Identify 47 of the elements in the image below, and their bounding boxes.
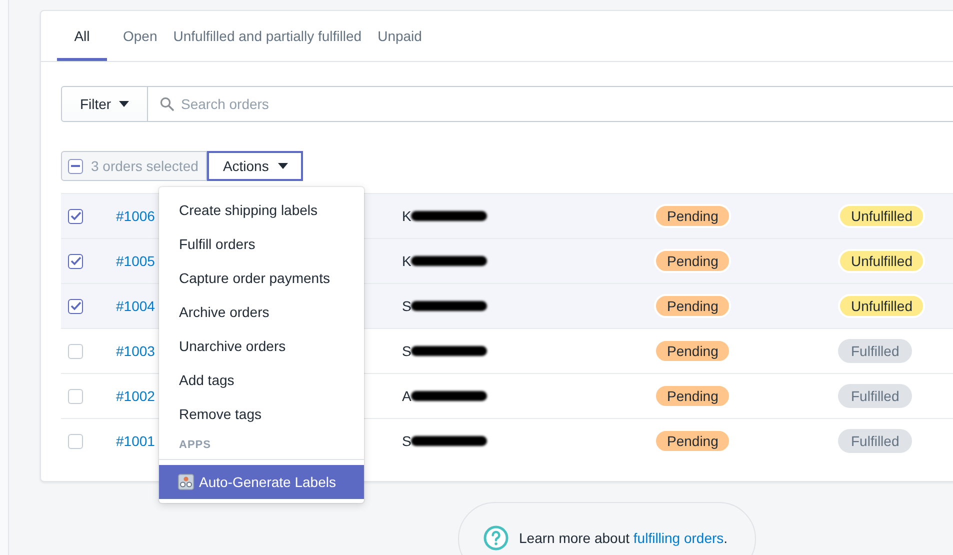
status-badge: Unfulfilled xyxy=(838,249,926,273)
status-badge: Pending xyxy=(654,204,732,228)
status-badge: Fulfilled xyxy=(838,339,912,363)
tab[interactable]: All xyxy=(57,11,107,61)
menu-item[interactable]: Add tags xyxy=(159,363,364,397)
tab[interactable]: Unpaid xyxy=(370,11,430,61)
caret-icon xyxy=(119,101,130,107)
menu-item[interactable]: Archive orders xyxy=(159,295,364,329)
status-badge: Fulfilled xyxy=(838,429,912,453)
tab[interactable]: Unfulfilled and partially fulfilled xyxy=(165,11,370,61)
customer-name: S xyxy=(402,343,412,359)
status-badge: Pending xyxy=(654,429,732,453)
menu-item[interactable]: Auto-Generate Labels xyxy=(159,465,364,499)
help-text: Learn more about fulfilling orders. xyxy=(519,529,728,546)
customer-name: K xyxy=(402,253,412,269)
menu-item[interactable]: Fulfill orders xyxy=(159,227,364,261)
menu-item[interactable]: Remove tags xyxy=(159,397,364,431)
status-badge: Pending xyxy=(654,339,732,363)
status-badge: Unfulfilled xyxy=(838,204,926,228)
customer-name: S xyxy=(402,298,412,314)
status-badge: Pending xyxy=(654,249,732,273)
customer-name: S xyxy=(402,433,412,449)
actions-button[interactable]: Actions xyxy=(207,151,304,181)
search-icon xyxy=(160,97,174,111)
customer-name: K xyxy=(402,208,412,224)
help-icon xyxy=(483,525,509,551)
menu-item[interactable]: Unarchive orders xyxy=(159,329,364,363)
tab[interactable]: Open xyxy=(115,11,166,61)
status-badge: Fulfilled xyxy=(838,384,912,408)
checkbox[interactable] xyxy=(68,158,83,174)
bulk-select[interactable]: 3 orders selected xyxy=(61,151,208,181)
menu-item[interactable]: Create shipping labels xyxy=(159,193,364,227)
section-label: APPS xyxy=(178,438,212,453)
caret-icon xyxy=(278,163,288,169)
checkbox[interactable] xyxy=(68,208,83,224)
app-icon xyxy=(178,474,194,490)
checkbox[interactable] xyxy=(68,254,83,268)
status-badge: Pending xyxy=(654,294,732,318)
checkbox[interactable] xyxy=(68,298,83,314)
help-link[interactable]: fulfilling orders xyxy=(633,530,724,546)
status-badge: Pending xyxy=(654,384,732,408)
status-badge: Unfulfilled xyxy=(838,294,926,318)
selection-count: 3 orders selected xyxy=(91,158,198,174)
menu-item[interactable]: Capture order payments xyxy=(159,261,364,295)
customer-name: A xyxy=(402,388,412,404)
search-field[interactable]: Search orders xyxy=(148,86,953,122)
filter-button[interactable]: Filter xyxy=(61,86,148,122)
